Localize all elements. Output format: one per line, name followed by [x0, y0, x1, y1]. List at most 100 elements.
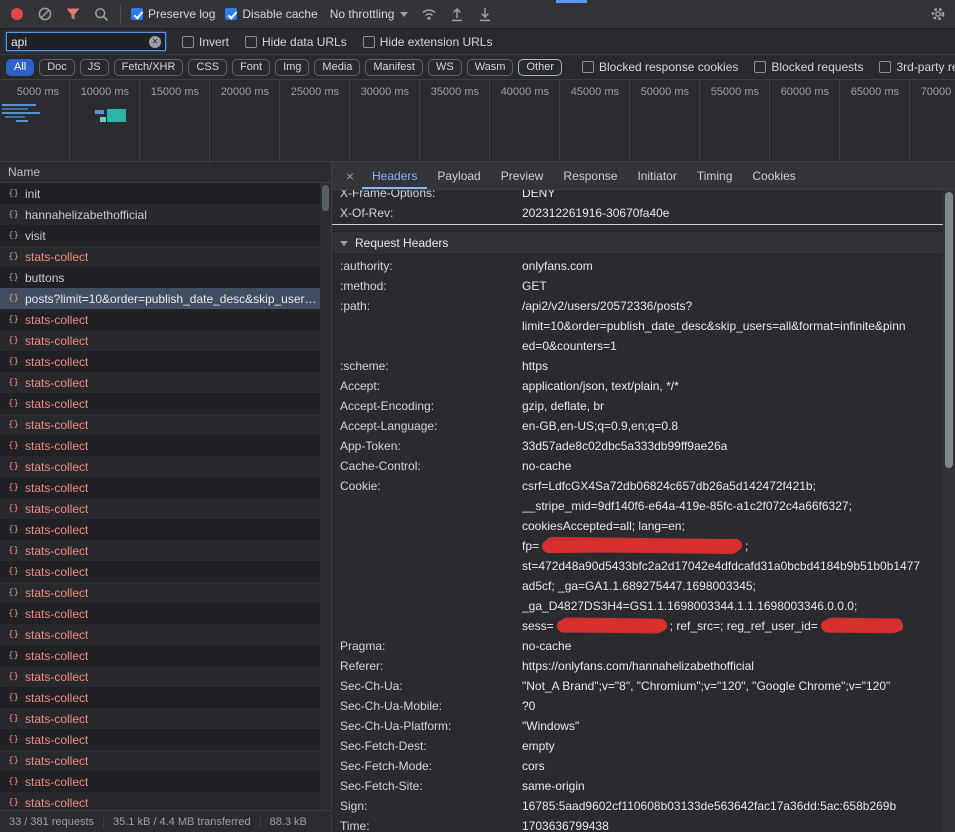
request-row[interactable]: {}stats-collect — [0, 351, 331, 372]
checkbox-blocked-requests[interactable]: Blocked requests — [754, 60, 863, 74]
filter-chip-all[interactable]: All — [6, 59, 34, 76]
record-button[interactable] — [8, 5, 26, 23]
throttling-select[interactable]: No throttling — [328, 7, 411, 21]
request-row[interactable]: {}visit — [0, 225, 331, 246]
request-row[interactable]: {}stats-collect — [0, 687, 331, 708]
header-name: Accept-Language: — [332, 416, 522, 436]
request-row[interactable]: {}stats-collect — [0, 435, 331, 456]
filter-chip-media[interactable]: Media — [314, 59, 360, 76]
checkbox-label: Invert — [199, 35, 229, 49]
request-row[interactable]: {}stats-collect — [0, 729, 331, 750]
request-row[interactable]: {}stats-collect — [0, 666, 331, 687]
request-row[interactable]: {}stats-collect — [0, 330, 331, 351]
request-detail-panel: × HeadersPayloadPreviewResponseInitiator… — [332, 162, 955, 832]
tab-initiator[interactable]: Initiator — [627, 162, 686, 189]
file-type-icon: {} — [7, 462, 20, 472]
request-row[interactable]: {}buttons — [0, 267, 331, 288]
filter-chip-img[interactable]: Img — [275, 59, 309, 76]
tab-headers[interactable]: Headers — [362, 162, 427, 189]
requests-count: 33 / 381 requests — [0, 815, 104, 829]
tab-timing[interactable]: Timing — [687, 162, 743, 189]
header-row: :path:/api2/v2/users/20572336/posts?limi… — [332, 296, 943, 356]
search-button[interactable] — [92, 5, 110, 23]
time-label: 45000 ms — [560, 86, 630, 98]
import-har-button[interactable] — [448, 5, 466, 23]
request-row[interactable]: {}stats-collect — [0, 393, 331, 414]
request-row[interactable]: {}stats-collect — [0, 561, 331, 582]
request-row[interactable]: {}stats-collect — [0, 708, 331, 729]
request-row[interactable]: {}stats-collect — [0, 771, 331, 792]
header-value: /api2/v2/users/20572336/posts?limit=10&o… — [522, 296, 943, 356]
request-name: stats-collect — [25, 418, 88, 432]
filter-chip-css[interactable]: CSS — [188, 59, 227, 76]
scrollbar-thumb[interactable] — [945, 192, 953, 468]
request-name: stats-collect — [25, 502, 88, 516]
column-header-name[interactable]: Name — [0, 162, 331, 183]
request-name: stats-collect — [25, 481, 88, 495]
header-name: Cookie: — [332, 476, 522, 496]
filter-chip-ws[interactable]: WS — [428, 59, 462, 76]
preserve-log-checkbox[interactable]: Preserve log — [131, 7, 215, 21]
file-type-icon: {} — [7, 441, 20, 451]
header-name: Cache-Control: — [332, 456, 522, 476]
detail-tabs: HeadersPayloadPreviewResponseInitiatorTi… — [362, 162, 806, 189]
filter-chip-font[interactable]: Font — [232, 59, 270, 76]
network-conditions-button[interactable] — [420, 5, 438, 23]
filter-input[interactable] — [11, 35, 145, 49]
request-row[interactable]: {}hannahelizabethofficial — [0, 204, 331, 225]
request-row[interactable]: {}init — [0, 183, 331, 204]
close-icon[interactable]: × — [338, 162, 362, 189]
request-row[interactable]: {}stats-collect — [0, 519, 331, 540]
clear-filter-icon[interactable]: ✕ — [149, 36, 161, 48]
request-headers-section[interactable]: Request Headers — [332, 231, 943, 255]
filter-toggle-button[interactable] — [64, 5, 82, 23]
checkbox-invert[interactable]: Invert — [182, 35, 229, 49]
tab-response[interactable]: Response — [553, 162, 627, 189]
checkbox-hide-data-urls[interactable]: Hide data URLs — [245, 35, 347, 49]
tab-preview[interactable]: Preview — [491, 162, 554, 189]
filter-chip-wasm[interactable]: Wasm — [467, 59, 514, 76]
request-row[interactable]: {}stats-collect — [0, 456, 331, 477]
request-row[interactable]: {}stats-collect — [0, 603, 331, 624]
tab-cookies[interactable]: Cookies — [742, 162, 805, 189]
filter-chip-fetch-xhr[interactable]: Fetch/XHR — [114, 59, 184, 76]
request-row[interactable]: {}stats-collect — [0, 540, 331, 561]
request-row[interactable]: {}stats-collect — [0, 792, 331, 810]
export-har-button[interactable] — [476, 5, 494, 23]
header-row: Accept-Language:en-GB,en-US;q=0.9,en;q=0… — [332, 416, 943, 436]
request-row[interactable]: {}stats-collect — [0, 309, 331, 330]
tab-payload[interactable]: Payload — [427, 162, 490, 189]
request-row[interactable]: {}stats-collect — [0, 750, 331, 771]
pre-section-rows: X-Of-Rev:202312261916-30670fa40e — [332, 203, 943, 225]
checkbox-3rd-party-requests[interactable]: 3rd-party requests — [879, 60, 955, 74]
request-row[interactable]: {}stats-collect — [0, 582, 331, 603]
request-row[interactable]: {}posts?limit=10&order=publish_date_desc… — [0, 288, 331, 309]
scrollbar-thumb[interactable] — [322, 185, 329, 211]
settings-button[interactable] — [929, 5, 947, 23]
request-row[interactable]: {}stats-collect — [0, 624, 331, 645]
detail-scrollbar[interactable] — [943, 190, 955, 832]
header-name: :scheme: — [332, 356, 522, 376]
file-type-icon: {} — [7, 630, 20, 640]
request-list-scrollbar[interactable] — [320, 183, 331, 810]
request-row[interactable]: {}stats-collect — [0, 414, 331, 435]
network-overview[interactable]: 5000 ms10000 ms15000 ms20000 ms25000 ms3… — [0, 80, 955, 162]
header-row: Referer:https://onlyfans.com/hannaheliza… — [332, 656, 943, 676]
filter-chip-manifest[interactable]: Manifest — [365, 59, 423, 76]
request-row[interactable]: {}stats-collect — [0, 477, 331, 498]
time-label: 70000 ms — [910, 86, 955, 98]
request-name: stats-collect — [25, 733, 88, 747]
checkbox-blocked-response-cookies[interactable]: Blocked response cookies — [582, 60, 738, 74]
request-row[interactable]: {}stats-collect — [0, 372, 331, 393]
checkbox-hide-extension-urls[interactable]: Hide extension URLs — [363, 35, 493, 49]
filter-chip-other[interactable]: Other — [518, 59, 562, 76]
file-type-icon: {} — [7, 777, 20, 787]
request-row[interactable]: {}stats-collect — [0, 246, 331, 267]
waterfall-bar — [107, 109, 126, 122]
filter-chip-js[interactable]: JS — [80, 59, 109, 76]
request-row[interactable]: {}stats-collect — [0, 498, 331, 519]
filter-chip-doc[interactable]: Doc — [39, 59, 75, 76]
disable-cache-checkbox[interactable]: Disable cache — [225, 7, 317, 21]
request-row[interactable]: {}stats-collect — [0, 645, 331, 666]
clear-button[interactable] — [36, 5, 54, 23]
